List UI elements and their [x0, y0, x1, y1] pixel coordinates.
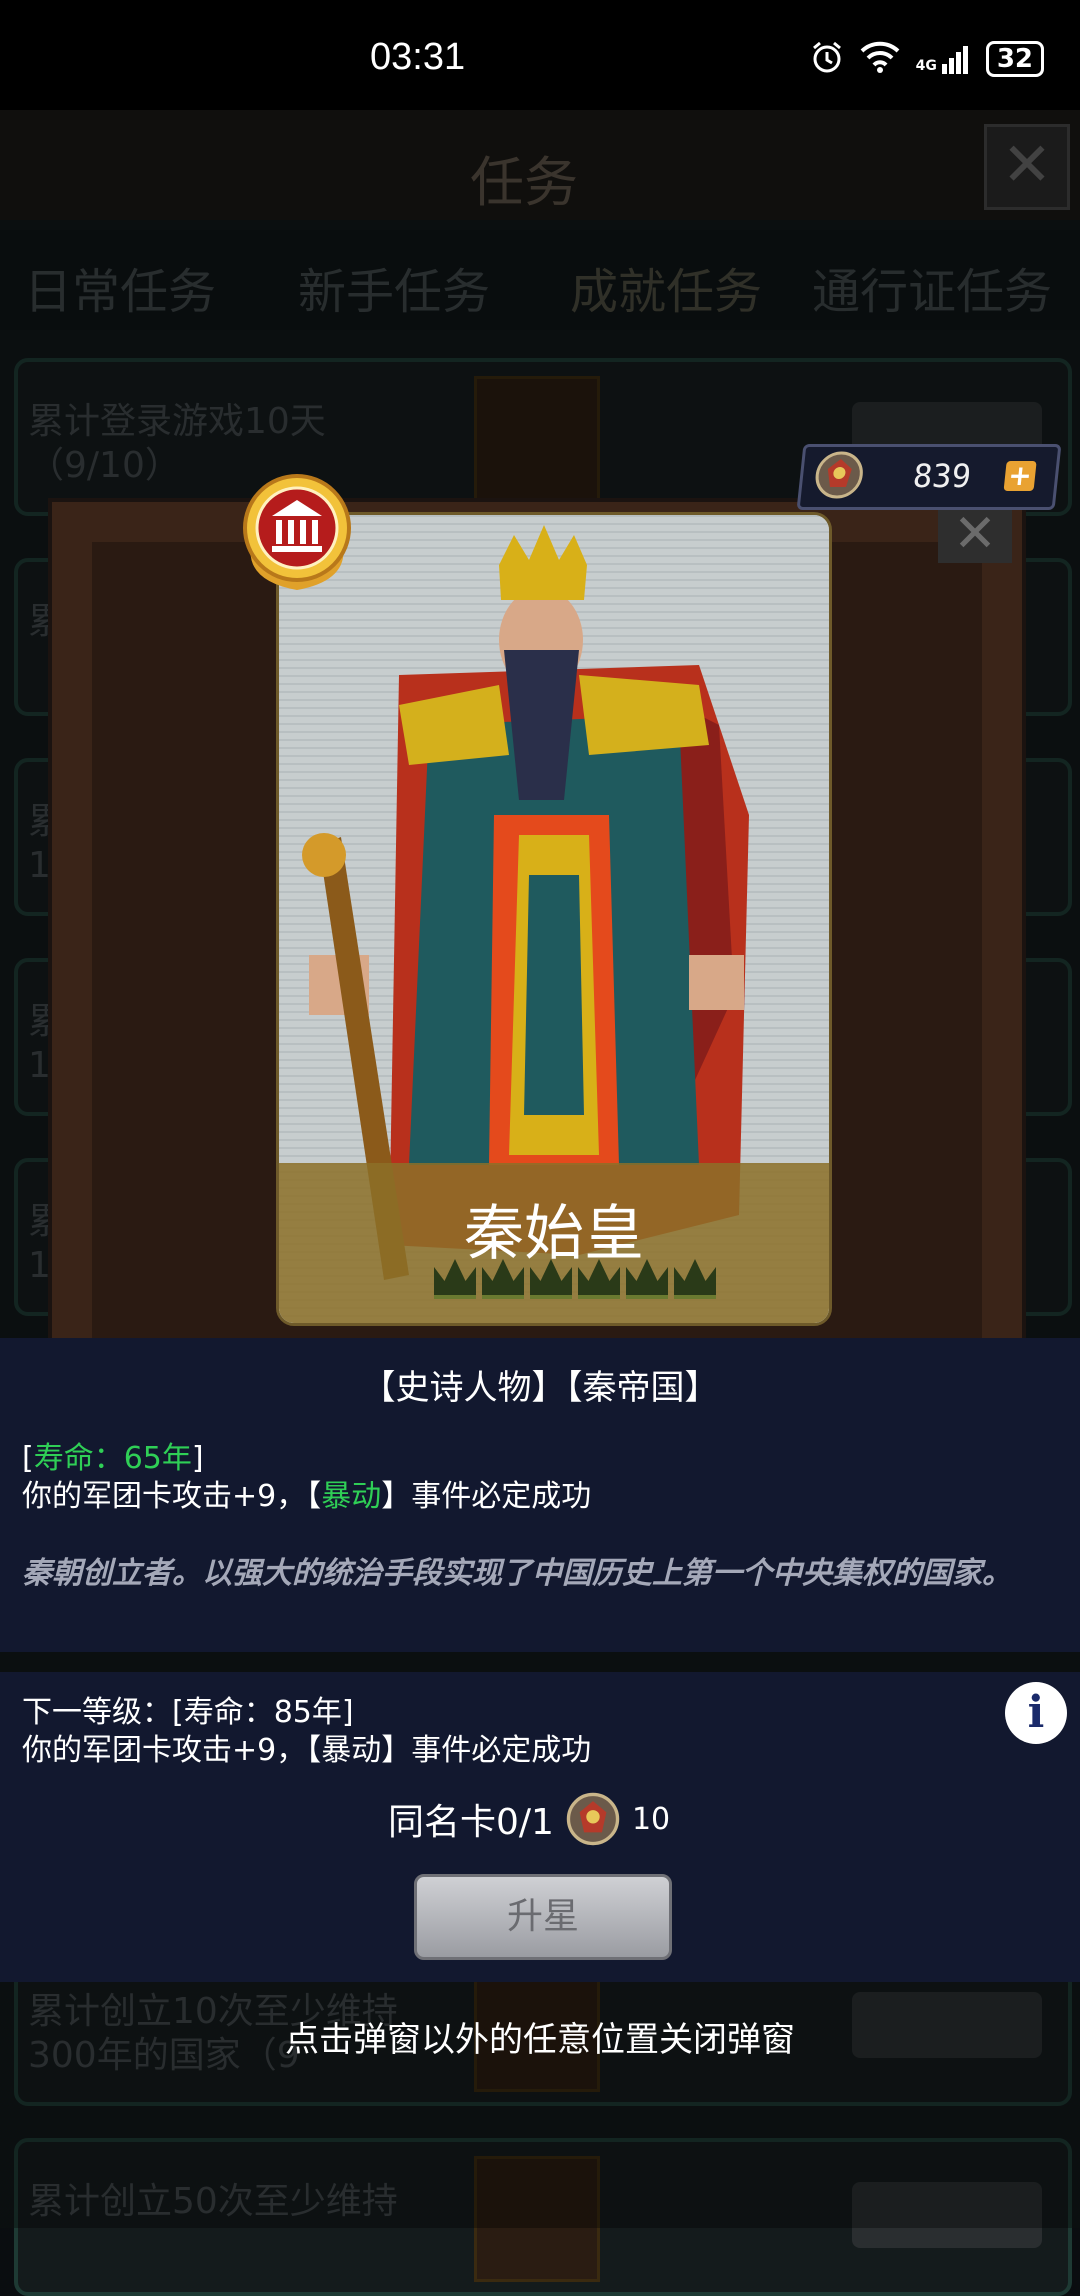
- next-level-info: 下一等级：[寿命：85年] 你的军团卡攻击+9，【暴动】事件必定成功: [22, 1695, 592, 1768]
- character-card: 秦始皇: [276, 512, 832, 1326]
- upgrade-panel: 下一等级：[寿命：85年] 你的军团卡攻击+9，【暴动】事件必定成功 i 同名卡…: [0, 1672, 1080, 1982]
- duplicate-cost: 10: [631, 1801, 671, 1837]
- info-icon[interactable]: i: [1005, 1682, 1067, 1744]
- duplicate-card-requirement: 同名卡0/1 10: [388, 1790, 670, 1848]
- card-name-bar: 秦始皇: [279, 1163, 829, 1323]
- star-rating: [434, 1259, 716, 1299]
- status-time: 03:31: [370, 36, 466, 78]
- battery-indicator: 32: [985, 41, 1044, 77]
- card-tags: 【史诗人物】【秦帝国】: [361, 1368, 719, 1408]
- status-bar: 03:31 4G 32: [0, 0, 1080, 110]
- plus-icon[interactable]: +: [1003, 459, 1037, 492]
- status-icons: 4G 32: [810, 40, 1044, 78]
- emblem-icon: [815, 451, 863, 499]
- alarm-icon: [810, 40, 844, 78]
- wifi-icon: [860, 41, 900, 77]
- popup-close-icon[interactable]: ✕: [938, 505, 1012, 563]
- crown-icon: [530, 1259, 572, 1299]
- institution-badge-icon: [243, 474, 351, 590]
- crown-icon: [434, 1259, 476, 1299]
- signal-icon: 4G: [916, 44, 970, 74]
- effect-keyword: 暴动: [321, 1479, 382, 1514]
- currency-amount: 839: [911, 457, 973, 495]
- lifespan-label: 寿命：65年: [33, 1441, 192, 1476]
- duplicate-label: 同名卡0/1: [388, 1802, 554, 1843]
- crown-icon: [578, 1259, 620, 1299]
- emblem-icon: [566, 1792, 620, 1846]
- card-info-panel: 【史诗人物】【秦帝国】 [寿命：65年] 你的军团卡攻击+9，【暴动】事件必定成…: [0, 1338, 1080, 1652]
- upgrade-star-button[interactable]: 升星: [414, 1874, 672, 1960]
- card-effect: [寿命：65年] 你的军团卡攻击+9，【暴动】事件必定成功: [22, 1441, 592, 1514]
- close-hint: 点击弹窗以外的任意位置关闭弹窗: [285, 2020, 795, 2060]
- crown-icon: [674, 1259, 716, 1299]
- currency-display: 839 +: [796, 444, 1062, 510]
- crown-icon: [626, 1259, 668, 1299]
- card-description: 秦朝创立者。以强大的统治手段实现了中国历史上第一个中央集权的国家。: [22, 1556, 1012, 1591]
- crown-icon: [482, 1259, 524, 1299]
